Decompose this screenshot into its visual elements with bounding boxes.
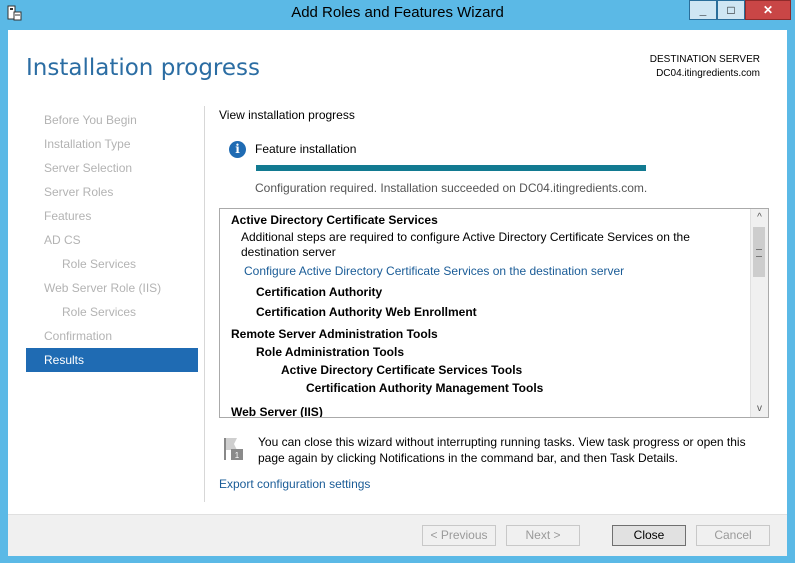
minimize-button[interactable]: _	[689, 0, 717, 20]
progress-fill	[256, 165, 646, 171]
destination-server-name: DC04.itingredients.com	[656, 68, 760, 79]
feature-installation-label: Feature installation	[255, 142, 357, 156]
nav-item-server-selection: Server Selection	[44, 161, 133, 175]
nav-item-role-services: Role Services	[62, 257, 137, 271]
previous-button[interactable]: < Previous	[422, 525, 496, 546]
wizard-client-area: Installation progress DESTINATION SERVER…	[8, 30, 787, 556]
nav-item-web-server-role-iis: Web Server Role (IIS)	[44, 281, 162, 295]
nav-item-results[interactable]: Results	[26, 348, 198, 372]
nav-item-server-roles: Server Roles	[44, 185, 114, 199]
scroll-grip-icon	[756, 249, 762, 257]
scroll-up-icon[interactable]: ^	[751, 209, 768, 226]
result-line: Web Server (IIS)	[231, 405, 323, 418]
flag-badge: 1	[235, 451, 240, 460]
window-title: Add Roles and Features Wizard	[291, 4, 504, 21]
result-line: Certification Authority	[256, 285, 383, 299]
result-line: destination server	[241, 245, 336, 259]
nav-item-features: Features	[44, 209, 92, 223]
view-progress-label: View installation progress	[219, 108, 355, 122]
page-title: Installation progress	[26, 55, 260, 81]
scroll-thumb[interactable]	[753, 227, 765, 277]
info-icon: i	[229, 141, 246, 158]
maximize-button[interactable]: □	[717, 0, 745, 20]
destination-label: DESTINATION SERVER	[649, 54, 760, 65]
result-line: Certification Authority Management Tools	[306, 381, 544, 395]
result-line: Role Administration Tools	[256, 345, 405, 359]
nav-item-role-services: Role Services	[62, 305, 137, 319]
status-text: Configuration required. Installation suc…	[255, 181, 648, 195]
title-bar[interactable]: Add Roles and Features Wizard _ □ ✕	[0, 0, 795, 26]
destination-server: DESTINATION SERVER DC04.itingredients.co…	[650, 53, 760, 81]
next-button[interactable]: Next >	[506, 525, 580, 546]
export-configuration-link[interactable]: Export configuration settings	[219, 477, 370, 491]
scroll-down-icon[interactable]: v	[751, 400, 768, 417]
close-icon: ✕	[762, 3, 774, 17]
result-line: Active Directory Certificate Services	[231, 213, 438, 227]
wizard-nav: Before You Begin Installation Type Server …	[26, 108, 198, 372]
nav-item-confirmation: Confirmation	[44, 329, 113, 343]
maximize-icon: □	[727, 3, 735, 17]
results-list[interactable]: Active Directory Certificate Services Add…	[219, 208, 769, 418]
minimize-icon: _	[699, 3, 707, 17]
progress-bar	[256, 165, 646, 171]
nav-item-ad-cs: AD CS	[44, 233, 81, 247]
result-line: Additional steps are required to configu…	[241, 230, 690, 244]
close-window-button[interactable]: ✕	[745, 0, 791, 20]
wizard-window: Add Roles and Features Wizard _ □ ✕ Inst…	[0, 0, 795, 563]
nav-item-before-you-begin: Before You Begin	[44, 113, 137, 127]
result-line: Active Directory Certificate Services To…	[281, 363, 523, 377]
cancel-button[interactable]: Cancel	[696, 525, 770, 546]
results-scrollbar[interactable]: ^ v	[750, 209, 768, 417]
nav-item-installation-type: Installation Type	[44, 137, 131, 151]
result-line: Remote Server Administration Tools	[231, 327, 438, 341]
nav-divider	[204, 106, 205, 502]
wizard-footer: < Previous Next > Close Cancel	[8, 514, 787, 556]
result-line: Certification Authority Web Enrollment	[256, 305, 477, 319]
close-button[interactable]: Close	[612, 525, 686, 546]
configure-adcs-link[interactable]: Configure Active Directory Certificate S…	[244, 264, 624, 278]
notification-flag-icon: 1	[224, 438, 243, 460]
close-wizard-note: You can close this wizard without interr…	[258, 435, 746, 465]
